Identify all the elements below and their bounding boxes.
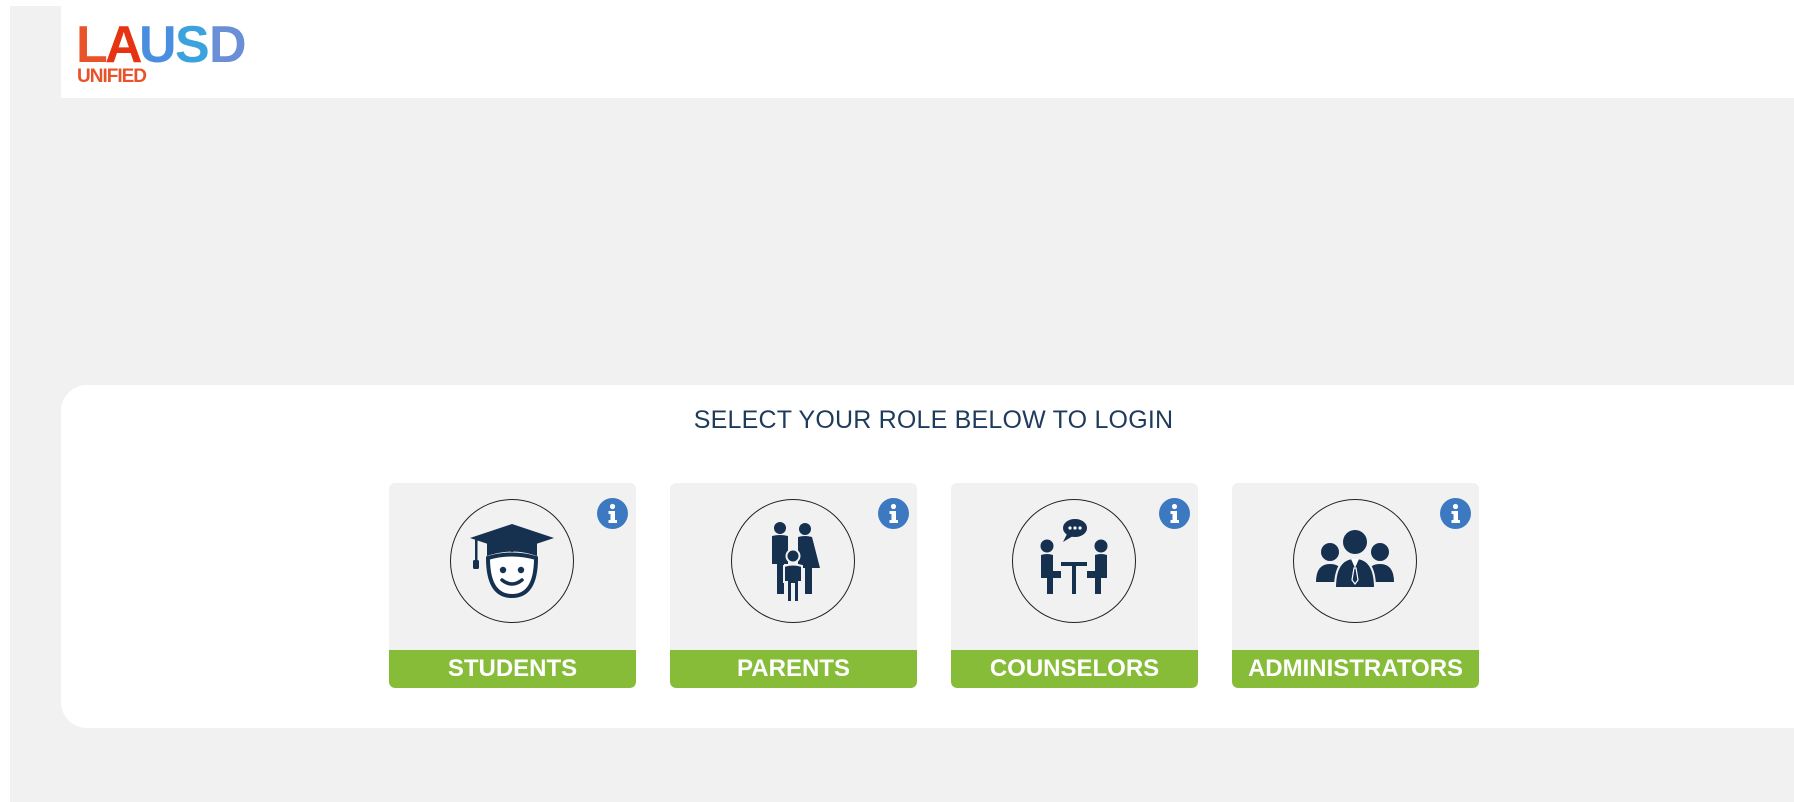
role-icon-circle	[450, 499, 574, 623]
role-icon-circle	[1293, 499, 1417, 623]
counselor-meeting-icon	[1040, 519, 1108, 594]
info-icon[interactable]	[1440, 498, 1471, 529]
role-label-students: STUDENTS	[389, 650, 636, 688]
role-icon-circle	[731, 499, 855, 623]
role-card-students[interactable]: STUDENTS	[389, 483, 636, 688]
role-card-counselors[interactable]: COUNSELORS	[951, 483, 1198, 688]
logo-subtext: UNIFIED	[77, 66, 146, 87]
role-icon-circle	[1012, 499, 1136, 623]
role-label-counselors: COUNSELORS	[951, 650, 1198, 688]
lausd-logo[interactable]: L A U S D UNIFIED	[76, 18, 276, 88]
info-icon[interactable]	[1159, 498, 1190, 529]
student-graduate-icon	[470, 524, 554, 599]
site-header: L A U S D UNIFIED	[61, 6, 1794, 98]
info-icon[interactable]	[597, 498, 628, 529]
role-label-administrators: ADMINISTRATORS	[1232, 650, 1479, 688]
info-icon[interactable]	[878, 498, 909, 529]
role-select-panel: SELECT YOUR ROLE BELOW TO LOGIN STUDENTS…	[61, 385, 1794, 728]
role-card-parents[interactable]: PARENTS	[670, 483, 917, 688]
page-title: SELECT YOUR ROLE BELOW TO LOGIN	[693, 406, 1174, 434]
administrators-group-icon	[1316, 530, 1394, 589]
logo-letter-d: D	[209, 18, 245, 74]
role-card-administrators[interactable]: ADMINISTRATORS	[1232, 483, 1479, 688]
role-label-parents: PARENTS	[670, 650, 917, 688]
logo-letter-s: S	[175, 18, 208, 74]
family-icon	[772, 522, 820, 603]
